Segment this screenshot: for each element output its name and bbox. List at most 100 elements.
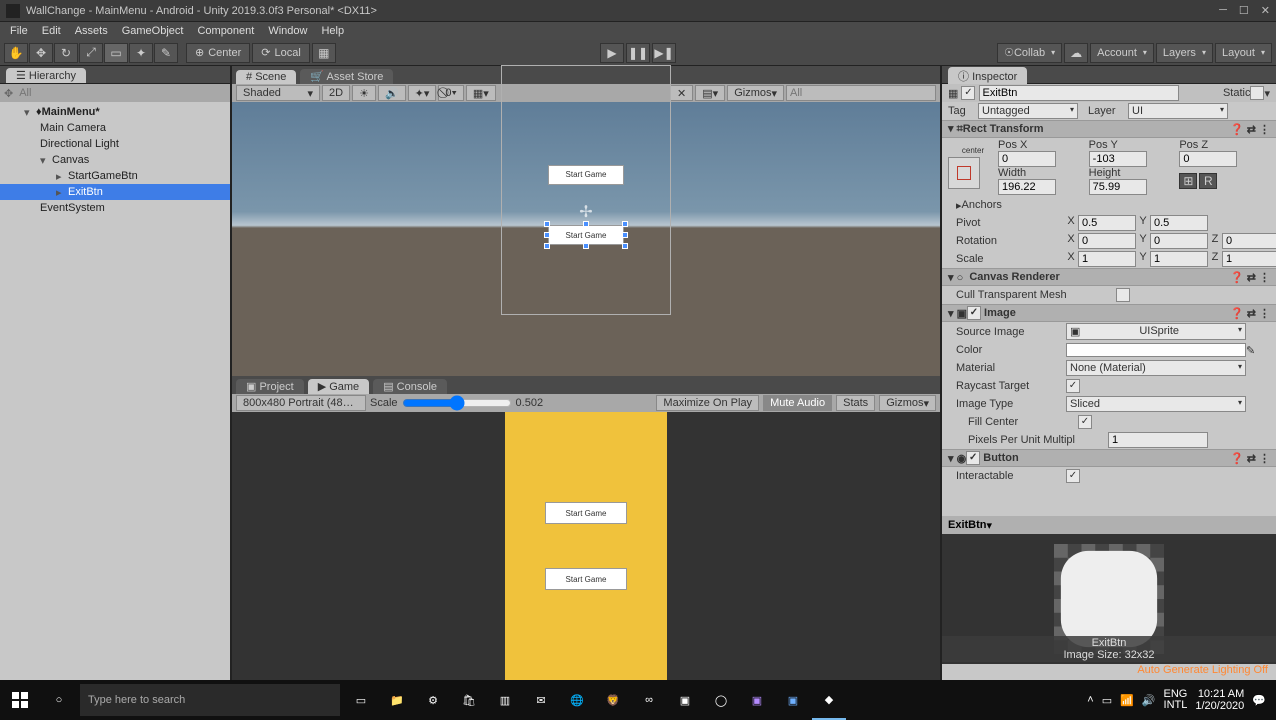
scale-tool[interactable]: ⤢	[79, 43, 103, 63]
battery-icon[interactable]: ▭	[1102, 694, 1112, 707]
auto-lighting-off[interactable]: Auto Generate Lighting Off	[942, 664, 1276, 680]
menu-assets[interactable]: Assets	[69, 23, 114, 39]
raycast-checkbox[interactable]	[1066, 379, 1080, 393]
material-field[interactable]: None (Material)	[1066, 360, 1246, 376]
step-button[interactable]: ▶❚	[652, 43, 676, 63]
mail-icon[interactable]: ✉	[524, 680, 558, 720]
office-icon[interactable]: ▥	[488, 680, 522, 720]
menu-window[interactable]: Window	[262, 23, 313, 39]
menu-component[interactable]: Component	[191, 23, 260, 39]
brave-icon[interactable]: 🦁	[596, 680, 630, 720]
layer-dropdown[interactable]: UI	[1128, 103, 1228, 119]
layout-dropdown[interactable]: Layout	[1215, 43, 1272, 63]
tree-item[interactable]: Main Camera	[0, 120, 230, 136]
photoshop-icon[interactable]: ▣	[776, 680, 810, 720]
tree-item[interactable]: ▾Canvas	[0, 152, 230, 168]
image-enabled[interactable]	[967, 306, 981, 320]
tree-item[interactable]: ▸StartGameBtn	[0, 168, 230, 184]
audio-toggle[interactable]: 🔊	[378, 85, 406, 101]
hierarchy-tab[interactable]: ☰ Hierarchy	[6, 68, 86, 83]
color-field[interactable]	[1066, 343, 1246, 357]
project-tab[interactable]: ▣ Project	[236, 379, 304, 394]
menu-file[interactable]: File	[4, 23, 34, 39]
scene-view[interactable]: Start Game ✢ Start Game	[232, 102, 940, 376]
stats-button[interactable]: Stats	[836, 395, 875, 411]
height-input[interactable]	[1089, 179, 1147, 195]
game-start-button-2[interactable]: Start Game	[545, 568, 627, 590]
hierarchy-search[interactable]	[17, 85, 226, 101]
minimize-button[interactable]: ─	[1219, 4, 1227, 17]
pivot-local[interactable]: ⟳Local	[252, 43, 310, 63]
pivot-x[interactable]	[1078, 215, 1136, 231]
unity-hub-icon[interactable]: ◆	[812, 680, 846, 720]
aspect-dropdown[interactable]: 800x480 Portrait (480x800)	[236, 395, 366, 411]
pivot-center[interactable]: ⊕Center	[186, 43, 250, 63]
ppu-input[interactable]	[1108, 432, 1208, 448]
tag-dropdown[interactable]: Untagged	[978, 103, 1078, 119]
source-image-field[interactable]: ▣UISprite	[1066, 323, 1246, 340]
collab-dropdown[interactable]: ☉ Collab	[997, 43, 1062, 63]
custom-tool[interactable]: ✎	[154, 43, 178, 63]
sc-y[interactable]	[1150, 251, 1208, 267]
sound-icon[interactable]: 🔊	[1142, 694, 1156, 707]
posx-input[interactable]	[998, 151, 1056, 167]
move-tool[interactable]: ✥	[29, 43, 53, 63]
tray-up-icon[interactable]: ˄	[1087, 694, 1093, 706]
anchor-preset-button[interactable]: center	[948, 146, 998, 189]
hierarchy-tree[interactable]: ▾♦ MainMenu* Main Camera Directional Lig…	[0, 102, 230, 680]
scene-tab[interactable]: # Scene	[236, 70, 296, 84]
game-tab[interactable]: ▶ Game	[308, 379, 369, 394]
notifications-icon[interactable]: 💬	[1252, 694, 1266, 707]
selected-rect[interactable]: Start Game	[548, 225, 624, 245]
scale-slider[interactable]	[402, 395, 512, 411]
rot-x[interactable]	[1078, 233, 1136, 249]
hidden-count[interactable]: ⃠0▾	[438, 85, 464, 101]
rot-z[interactable]	[1222, 233, 1276, 249]
asset-store-tab[interactable]: 🛒 Asset Store	[300, 69, 393, 84]
preview-header[interactable]: ExitBtn ▾	[942, 516, 1276, 534]
close-button[interactable]: ✕	[1261, 4, 1270, 17]
button-enabled[interactable]	[966, 451, 980, 465]
fx-toggle[interactable]: ✦▾	[408, 85, 437, 101]
sc-x[interactable]	[1078, 251, 1136, 267]
game-view[interactable]: Start Game Start Game	[232, 412, 940, 680]
hand-tool[interactable]: ✋	[4, 43, 28, 63]
tree-item[interactable]: EventSystem	[0, 200, 230, 216]
grid-toggle[interactable]: ▦▾	[466, 85, 496, 101]
game-start-button-1[interactable]: Start Game	[545, 502, 627, 524]
raw-edit-mode[interactable]: R	[1199, 173, 1217, 189]
settings-icon[interactable]: ⚙	[416, 680, 450, 720]
object-name-input[interactable]	[979, 85, 1179, 101]
static-checkbox[interactable]	[1250, 86, 1264, 100]
store-icon[interactable]: 🛍	[452, 680, 486, 720]
pivot-y[interactable]	[1150, 215, 1208, 231]
posy-input[interactable]	[1089, 151, 1147, 167]
scene-search[interactable]	[786, 85, 936, 101]
transform-tool[interactable]: ✦	[129, 43, 153, 63]
wifi-icon[interactable]: 📶	[1120, 694, 1134, 707]
play-button[interactable]: ▶	[600, 43, 624, 63]
premiere-icon[interactable]: ▣	[740, 680, 774, 720]
button-header[interactable]: ▾ ◉ Button❓ ⇄ ⋮	[942, 449, 1276, 467]
pause-button[interactable]: ❚❚	[626, 43, 650, 63]
menu-gameobject[interactable]: GameObject	[116, 23, 190, 39]
fillcenter-checkbox[interactable]	[1078, 415, 1092, 429]
canvas-renderer-header[interactable]: ▾ ○ Canvas Renderer❓ ⇄ ⋮	[942, 268, 1276, 286]
unreal-icon[interactable]: ◯	[704, 680, 738, 720]
gizmo-view[interactable]: ▤▾	[695, 85, 725, 101]
taskbar-search[interactable]: Type here to search	[80, 684, 340, 716]
menu-help[interactable]: Help	[315, 23, 350, 39]
lighting-toggle[interactable]: ☀	[352, 85, 376, 101]
rot-y[interactable]	[1150, 233, 1208, 249]
image-header[interactable]: ▾ ▣ Image❓ ⇄ ⋮	[942, 304, 1276, 322]
rect-tool[interactable]: ▭	[104, 43, 128, 63]
anchors-foldout[interactable]: ▸ Anchors	[942, 196, 1276, 214]
task-view-icon[interactable]: ▭	[344, 680, 378, 720]
blueprint-mode[interactable]: ⊞	[1179, 173, 1197, 189]
width-input[interactable]	[998, 179, 1056, 195]
cull-checkbox[interactable]	[1116, 288, 1130, 302]
tree-item[interactable]: Directional Light	[0, 136, 230, 152]
exit-button-preview[interactable]: Start Game	[548, 225, 624, 245]
visual-studio-icon[interactable]: ∞	[632, 680, 666, 720]
gizmos-dropdown[interactable]: Gizmos▾	[727, 85, 784, 101]
